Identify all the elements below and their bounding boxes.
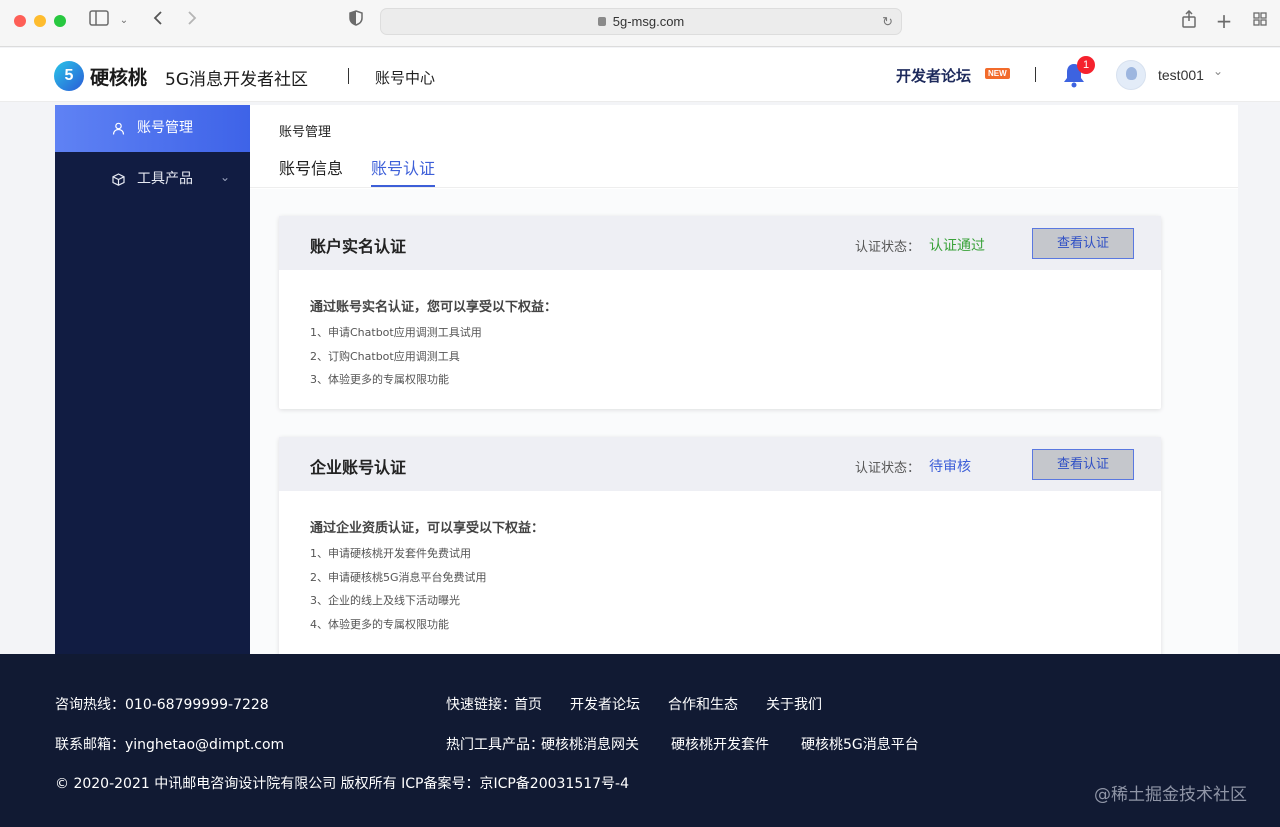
tab-account-info[interactable]: 账号信息 [279, 155, 343, 187]
list-item: 2、申请硬核桃5G消息平台免费试用 [310, 570, 487, 584]
footer-link-gateway[interactable]: 硬核桃消息网关 [541, 734, 639, 754]
sidebar-item-label: 账号管理 [137, 120, 193, 136]
card-title: 账户实名认证 [310, 237, 407, 256]
reload-icon[interactable]: ↻ [882, 9, 893, 35]
status-badge: 待审核 [929, 459, 971, 475]
watermark: @稀土掘金技术社区 [1094, 785, 1247, 805]
list-item: 2、订购Chatbot应用调测工具 [310, 349, 460, 363]
sidebar-item-tool-products[interactable]: 工具产品 ⌄ [55, 156, 250, 203]
status-label: 认证状态： [855, 240, 921, 255]
developer-forum-link[interactable]: 开发者论坛 [896, 65, 971, 86]
footer-link-devkit[interactable]: 硬核桃开发套件 [671, 734, 769, 754]
shield-icon[interactable] [348, 10, 364, 32]
site-footer: 咨询热线：010-68799999-7228 联系邮箱：yinghetao@di… [0, 654, 1280, 827]
chevron-down-icon[interactable]: ⌄ [118, 10, 130, 32]
hot-tools-label: 热门工具产品： [446, 737, 544, 753]
user-icon [112, 105, 125, 152]
lock-icon [597, 17, 606, 26]
sidebar-toggle-icon[interactable] [88, 10, 110, 32]
card-header: 账户实名认证 认证状态： 认证通过 查看认证 [279, 216, 1161, 270]
site-header: 5 硬核桃 5G消息开发者社区 账号中心 开发者论坛 NEW 1 test001… [0, 48, 1280, 102]
tab-overview-icon[interactable] [1252, 10, 1268, 32]
tab-account-verification[interactable]: 账号认证 [371, 155, 436, 187]
browser-toolbar: ⌄ 5g-msg.com ↻ + [0, 0, 1280, 47]
brand-name[interactable]: 硬核桃 [90, 63, 147, 90]
zoom-window-button[interactable] [54, 15, 66, 27]
footer-link-5g-platform[interactable]: 硬核桃5G消息平台 [801, 734, 919, 754]
sidebar: 账号管理 工具产品 ⌄ [55, 105, 250, 654]
footer-email: 联系邮箱：yinghetao@dimpt.com [55, 737, 285, 753]
brand-subtitle[interactable]: 5G消息开发者社区 [165, 65, 308, 90]
url-text: 5g-msg.com [612, 14, 685, 29]
chevron-down-icon[interactable]: ⌄ [220, 154, 230, 201]
card-body: 通过账号实名认证，您可以享受以下权益： 1、申请Chatbot应用调测工具试用 … [310, 296, 557, 392]
card-body: 通过企业资质认证，可以享受以下权益： 1、申请硬核桃开发套件免费试用 2、申请硬… [310, 517, 544, 636]
chevron-down-icon[interactable]: ⌄ [1213, 64, 1223, 78]
close-window-button[interactable] [14, 15, 26, 27]
address-bar[interactable]: 5g-msg.com ↻ [380, 8, 902, 35]
new-tab-icon[interactable]: + [1215, 10, 1233, 32]
benefits-intro: 通过企业资质认证，可以享受以下权益： [310, 521, 545, 536]
logo-icon[interactable]: 5 [54, 61, 84, 91]
main-panel: 账号管理 账号信息 账号认证 账户实名认证 认证状态： 认证通过 查看认证 通过… [250, 105, 1238, 654]
sidebar-item-account-management[interactable]: 账号管理 [55, 105, 250, 152]
status-badge: 认证通过 [929, 238, 985, 254]
view-verification-button[interactable]: 查看认证 [1032, 449, 1134, 480]
minimize-window-button[interactable] [34, 15, 46, 27]
header-divider [1035, 67, 1036, 82]
tab-bar: 账号管理 账号信息 账号认证 [250, 105, 1238, 188]
notification-badge: 1 [1077, 56, 1095, 74]
benefits-intro: 通过账号实名认证，您可以享受以下权益： [310, 300, 558, 315]
breadcrumb: 账号管理 [279, 125, 332, 140]
forward-icon[interactable] [184, 10, 200, 32]
list-item: 1、申请Chatbot应用调测工具试用 [310, 326, 482, 339]
footer-link-partners[interactable]: 合作和生态 [668, 694, 738, 714]
username[interactable]: test001 [1158, 67, 1204, 83]
cube-icon [112, 156, 125, 203]
card-header: 企业账号认证 认证状态： 待审核 查看认证 [279, 437, 1161, 491]
header-divider [348, 68, 349, 84]
card-title: 企业账号认证 [310, 458, 407, 477]
new-badge: NEW [985, 68, 1010, 79]
real-name-verification-card: 账户实名认证 认证状态： 认证通过 查看认证 通过账号实名认证，您可以享受以下权… [279, 216, 1161, 409]
footer-copyright: © 2020-2021 中讯邮电咨询设计院有限公司 版权所有 ICP备案号：京I… [55, 776, 630, 792]
section-title: 账号中心 [375, 69, 436, 87]
sidebar-item-label: 工具产品 [137, 171, 193, 187]
quick-links-label: 快速链接： [446, 697, 516, 713]
footer-link-forum[interactable]: 开发者论坛 [570, 694, 640, 714]
back-icon[interactable] [150, 10, 166, 32]
list-item: 4、体验更多的专属权限功能 [310, 617, 449, 631]
list-item: 3、企业的线上及线下活动曝光 [310, 594, 460, 607]
share-icon[interactable] [1180, 9, 1198, 32]
enterprise-verification-card: 企业账号认证 认证状态： 待审核 查看认证 通过企业资质认证，可以享受以下权益：… [279, 437, 1161, 654]
list-item: 3、体验更多的专属权限功能 [310, 373, 449, 386]
footer-hotline: 咨询热线：010-68799999-7228 [55, 697, 269, 713]
view-verification-button[interactable]: 查看认证 [1032, 228, 1134, 259]
list-item: 1、申请硬核桃开发套件免费试用 [310, 547, 471, 560]
avatar[interactable] [1116, 60, 1146, 90]
footer-link-about[interactable]: 关于我们 [766, 694, 822, 714]
footer-link-home[interactable]: 首页 [514, 694, 542, 714]
status-label: 认证状态： [855, 461, 921, 476]
